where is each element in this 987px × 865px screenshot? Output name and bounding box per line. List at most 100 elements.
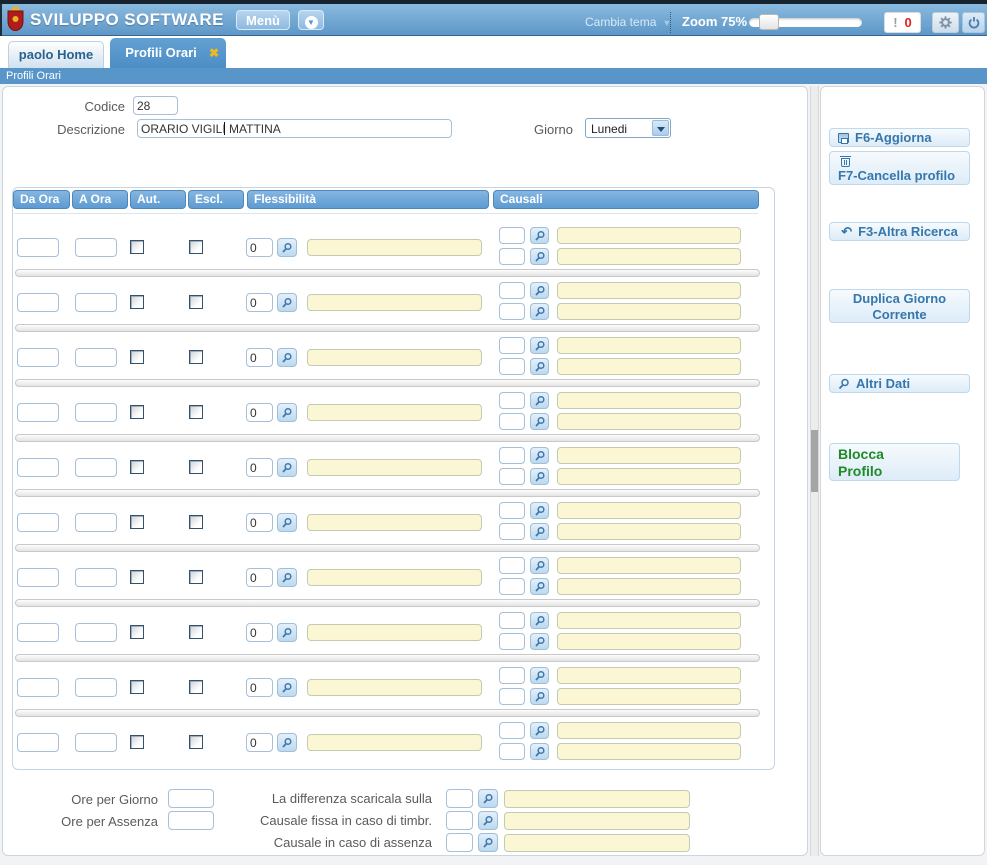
causale2-search-button[interactable]	[530, 358, 549, 375]
causale1-code-input[interactable]	[499, 557, 525, 574]
flessibilita-desc-input[interactable]	[307, 569, 482, 586]
flessibilita-search-button[interactable]	[277, 568, 297, 587]
escl-checkbox[interactable]	[189, 460, 203, 474]
causale1-desc-input[interactable]	[557, 722, 741, 739]
zoom-slider-handle[interactable]	[759, 14, 779, 30]
causale1-code-input[interactable]	[499, 282, 525, 299]
footer-causale-code-input[interactable]	[446, 789, 473, 808]
aut-checkbox[interactable]	[130, 680, 144, 694]
codice-input[interactable]	[133, 96, 178, 115]
escl-checkbox[interactable]	[189, 515, 203, 529]
causale2-desc-input[interactable]	[557, 523, 741, 540]
causale1-code-input[interactable]	[499, 502, 525, 519]
aut-checkbox[interactable]	[130, 350, 144, 364]
causale1-code-input[interactable]	[499, 227, 525, 244]
da-ora-input[interactable]	[17, 513, 59, 532]
causale2-desc-input[interactable]	[557, 248, 741, 265]
causale1-search-button[interactable]	[530, 722, 549, 739]
causale1-desc-input[interactable]	[557, 282, 741, 299]
escl-checkbox[interactable]	[189, 570, 203, 584]
flessibilita-search-button[interactable]	[277, 348, 297, 367]
flessibilita-search-button[interactable]	[277, 458, 297, 477]
da-ora-input[interactable]	[17, 348, 59, 367]
causale2-search-button[interactable]	[530, 743, 549, 760]
da-ora-input[interactable]	[17, 293, 59, 312]
causale1-code-input[interactable]	[499, 447, 525, 464]
causale2-search-button[interactable]	[530, 688, 549, 705]
flessibilita-input[interactable]	[246, 458, 273, 477]
flessibilita-input[interactable]	[246, 623, 273, 642]
causale1-desc-input[interactable]	[557, 337, 741, 354]
causale2-desc-input[interactable]	[557, 468, 741, 485]
flessibilita-input[interactable]	[246, 403, 273, 422]
causale1-desc-input[interactable]	[557, 557, 741, 574]
flessibilita-search-button[interactable]	[277, 733, 297, 752]
blocca-profilo-button[interactable]: Blocca Profilo	[829, 443, 960, 481]
escl-checkbox[interactable]	[189, 350, 203, 364]
causale1-code-input[interactable]	[499, 667, 525, 684]
menu-button[interactable]: Menù	[236, 10, 290, 30]
flessibilita-input[interactable]	[246, 568, 273, 587]
escl-checkbox[interactable]	[189, 295, 203, 309]
a-ora-input[interactable]	[75, 293, 117, 312]
a-ora-input[interactable]	[75, 623, 117, 642]
causale1-search-button[interactable]	[530, 227, 549, 244]
causale1-code-input[interactable]	[499, 612, 525, 629]
causale2-desc-input[interactable]	[557, 688, 741, 705]
footer-causale-desc-input[interactable]	[504, 790, 690, 808]
da-ora-input[interactable]	[17, 458, 59, 477]
causale1-search-button[interactable]	[530, 282, 549, 299]
aut-checkbox[interactable]	[130, 735, 144, 749]
dropdown-arrow-icon[interactable]	[652, 120, 669, 136]
zoom-slider[interactable]	[749, 18, 862, 27]
a-ora-input[interactable]	[75, 403, 117, 422]
a-ora-input[interactable]	[75, 733, 117, 752]
causale1-desc-input[interactable]	[557, 667, 741, 684]
flessibilita-search-button[interactable]	[277, 623, 297, 642]
flessibilita-desc-input[interactable]	[307, 734, 482, 751]
flessibilita-input[interactable]	[246, 678, 273, 697]
causale1-search-button[interactable]	[530, 667, 549, 684]
aut-checkbox[interactable]	[130, 625, 144, 639]
descrizione-input[interactable]	[137, 119, 452, 138]
aut-checkbox[interactable]	[130, 460, 144, 474]
causale1-desc-input[interactable]	[557, 502, 741, 519]
flessibilita-desc-input[interactable]	[307, 294, 482, 311]
escl-checkbox[interactable]	[189, 625, 203, 639]
aut-checkbox[interactable]	[130, 570, 144, 584]
causale2-code-input[interactable]	[499, 523, 525, 540]
footer-causale-desc-input[interactable]	[504, 834, 690, 852]
causale1-code-input[interactable]	[499, 337, 525, 354]
causale2-code-input[interactable]	[499, 358, 525, 375]
tab-paolo-home[interactable]: paolo Home	[8, 41, 104, 68]
causale2-search-button[interactable]	[530, 578, 549, 595]
causale1-search-button[interactable]	[530, 502, 549, 519]
f6-aggiorna-button[interactable]: F6-Aggiorna	[829, 128, 970, 147]
footer-causale-search-button[interactable]	[478, 811, 498, 830]
causale1-desc-input[interactable]	[557, 447, 741, 464]
logout-button[interactable]	[962, 12, 985, 33]
a-ora-input[interactable]	[75, 458, 117, 477]
causale1-search-button[interactable]	[530, 392, 549, 409]
a-ora-input[interactable]	[75, 348, 117, 367]
causale2-code-input[interactable]	[499, 248, 525, 265]
causale2-desc-input[interactable]	[557, 743, 741, 760]
aut-checkbox[interactable]	[130, 515, 144, 529]
causale1-search-button[interactable]	[530, 612, 549, 629]
flessibilita-search-button[interactable]	[277, 293, 297, 312]
footer-causale-search-button[interactable]	[478, 833, 498, 852]
close-tab-icon[interactable]: ✖	[209, 38, 219, 68]
footer-causale-desc-input[interactable]	[504, 812, 690, 830]
flessibilita-search-button[interactable]	[277, 513, 297, 532]
causale2-desc-input[interactable]	[557, 303, 741, 320]
escl-checkbox[interactable]	[189, 240, 203, 254]
f7-cancella-profilo-button[interactable]: F7-Cancella profilo	[829, 151, 970, 185]
escl-checkbox[interactable]	[189, 405, 203, 419]
change-theme-button[interactable]: Cambia tema▼	[585, 15, 671, 29]
flessibilita-input[interactable]	[246, 238, 273, 257]
causale1-search-button[interactable]	[530, 447, 549, 464]
escl-checkbox[interactable]	[189, 735, 203, 749]
causale2-code-input[interactable]	[499, 413, 525, 430]
causale2-code-input[interactable]	[499, 468, 525, 485]
causale1-search-button[interactable]	[530, 557, 549, 574]
